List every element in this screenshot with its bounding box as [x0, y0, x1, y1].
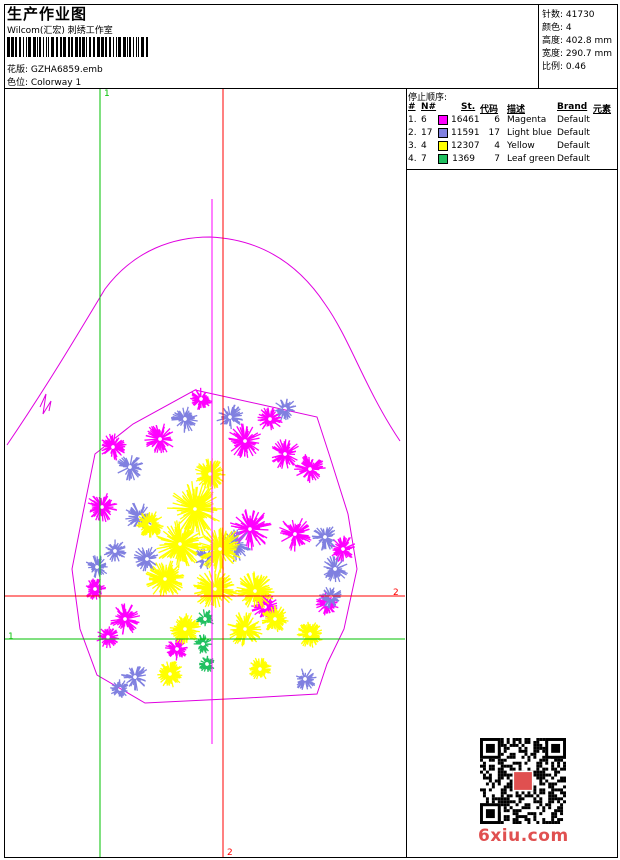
stop-index: 1.: [408, 115, 417, 125]
blue-leaf: [295, 668, 317, 690]
yellow-flower: [136, 511, 164, 538]
stats-panel: 针数: 41730 颜色: 4 高度: 402.8 mm 宽度: 290.7 m…: [538, 4, 619, 88]
col-header-num: #: [408, 102, 416, 112]
guide-label-1-left: 1: [8, 632, 14, 642]
stop-desc: Yellow: [507, 141, 535, 151]
col-header-element: 元素: [593, 105, 612, 115]
color-swatch: [438, 128, 448, 138]
stop-index: 2.: [408, 128, 417, 138]
stop-stitches: 16461: [451, 115, 480, 125]
stop-brand: Default: [557, 128, 590, 138]
magenta-flower: [144, 423, 174, 454]
stop-index: 4.: [408, 154, 417, 164]
guide-label-2-right: 2: [393, 588, 399, 598]
stat-width: 宽度: 290.7 mm: [542, 49, 613, 59]
blue-leaf: [171, 406, 198, 433]
yellow-flower: [169, 613, 201, 645]
color-swatch: [438, 154, 448, 164]
blue-leaf: [103, 539, 127, 563]
neckline-notch: [39, 393, 52, 415]
stop-needle: 7: [421, 154, 427, 164]
guide-label-1-top: 1: [104, 89, 110, 99]
magenta-flower: [271, 439, 299, 469]
green-stem: [196, 609, 214, 627]
yellow-flower: [296, 621, 323, 648]
magenta-flower: [110, 603, 141, 635]
design-file: 花版: GZHA6859.emb: [7, 65, 103, 75]
stop-needle: 6: [421, 115, 427, 125]
color-swatch: [438, 141, 448, 151]
stat-scale: 比例: 0.46: [542, 62, 586, 72]
stop-needle: 4: [421, 141, 427, 151]
color-swatch: [438, 115, 448, 125]
stop-row: 2. 17 11591 17 Light blue Default: [408, 128, 616, 141]
magenta-flower: [85, 578, 107, 600]
stop-code: 6: [494, 115, 500, 125]
stat-stitches: 针数: 41730: [542, 10, 595, 20]
stop-stitches: 11591: [451, 128, 480, 138]
stop-code: 7: [494, 154, 500, 164]
stop-code: 4: [494, 141, 500, 151]
page-title: 生产作业图: [7, 5, 88, 23]
yellow-flower: [227, 612, 263, 647]
stop-row: 4. 7 1369 7 Leaf green Default: [408, 154, 616, 167]
stop-desc: Magenta: [507, 115, 547, 125]
yellow-flower: [235, 571, 275, 609]
embroidery-design: 1 1 2 2: [5, 89, 405, 857]
col-header-desc: 描述: [507, 105, 526, 115]
stat-colors: 颜色: 4: [542, 23, 572, 33]
stat-height: 高度: 402.8 mm: [542, 36, 613, 46]
colorway: 色位: Colorway 1: [7, 78, 82, 88]
magenta-flower: [279, 517, 312, 552]
stop-needle: 17: [421, 128, 433, 138]
stop-brand: Default: [557, 154, 590, 164]
stop-index: 3.: [408, 141, 417, 151]
blue-leaf: [216, 404, 244, 430]
stop-stitches: 12307: [451, 141, 480, 151]
magenta-flower: [228, 423, 262, 458]
blue-leaf: [323, 556, 348, 583]
stop-row: 1. 6 16461 6 Magenta Default: [408, 115, 616, 128]
magenta-flower: [294, 453, 326, 483]
studio-name: Wilcom(汇宏) 刺绣工作室: [7, 26, 113, 36]
col-header-stitches: St.: [461, 102, 476, 112]
blue-leaf: [311, 526, 336, 551]
stop-code: 17: [488, 128, 500, 138]
col-header-code: 代码: [480, 105, 499, 115]
neckline-outline: [6, 236, 401, 446]
stop-stitches: 1369: [452, 154, 475, 164]
stop-row: 3. 4 12307 4 Yellow Default: [408, 141, 616, 154]
stop-desc: Light blue: [507, 128, 552, 138]
yellow-flower: [193, 569, 237, 608]
yellow-flower: [195, 458, 226, 490]
yellow-flower: [249, 657, 272, 680]
green-stem: [193, 634, 213, 654]
blue-leaf: [85, 555, 108, 578]
magenta-flower: [101, 433, 127, 461]
blue-leaf: [110, 679, 129, 699]
col-header-needle: N#: [421, 102, 437, 112]
watermark: 6xiu.com: [478, 826, 569, 846]
stop-brand: Default: [557, 115, 590, 125]
yellow-flower: [157, 660, 183, 688]
stop-brand: Default: [557, 141, 590, 151]
col-header-brand: Brand: [557, 102, 588, 112]
guide-label-2-bottom: 2: [227, 848, 233, 857]
stop-desc: Leaf green: [507, 154, 555, 164]
magenta-flower: [87, 493, 118, 523]
barcode: [7, 37, 148, 57]
qr-code: [480, 738, 566, 824]
blue-leaf: [117, 455, 144, 481]
divider: [406, 88, 407, 858]
divider: [406, 169, 618, 170]
